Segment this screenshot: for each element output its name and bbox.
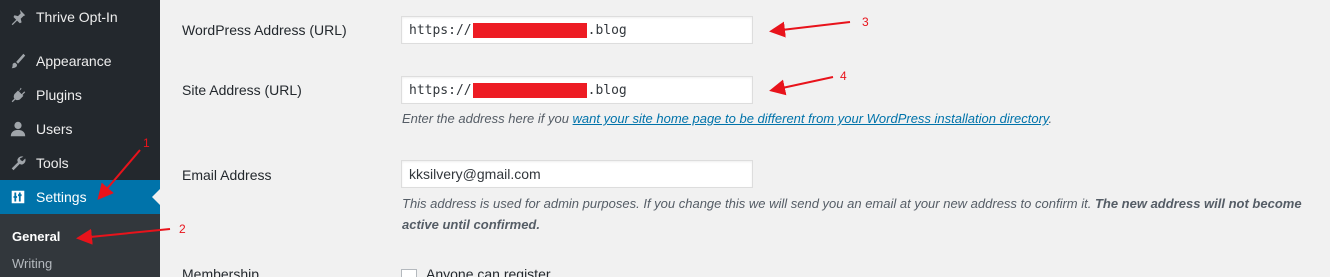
arrow-1 [97,149,141,201]
annotation-3: 3 [862,15,869,29]
annotation-2: 2 [179,222,186,236]
arrow-2 [76,228,171,245]
annotation-1: 1 [143,136,150,150]
arrow-4 [769,76,834,96]
annotation-arrows [76,21,851,245]
arrow-3 [769,21,851,38]
annotation-4: 4 [840,69,847,83]
